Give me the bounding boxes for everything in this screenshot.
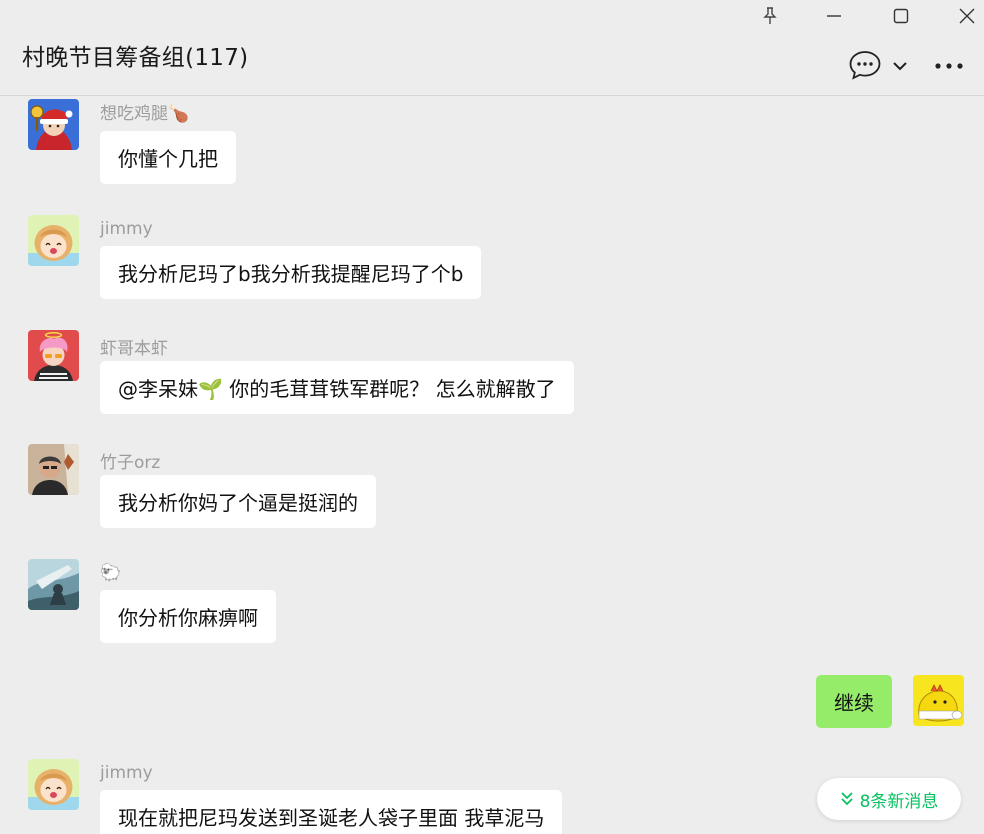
double-chevron-down-icon: [840, 791, 854, 807]
new-messages-button[interactable]: 8条新消息: [817, 778, 961, 820]
yellow-dino-avatar-icon[interactable]: [913, 675, 964, 726]
more-options-button[interactable]: [934, 58, 964, 77]
chat-window: 村晚节目筹备组(117) 想吃鸡腿🍗 你懂个几把 jimmy 我分析尼玛了b我分…: [0, 0, 984, 834]
chat-mode-dropdown[interactable]: [892, 58, 908, 77]
close-button[interactable]: [953, 4, 981, 32]
chevron-down-icon: [892, 58, 908, 77]
sender-name: 虾哥本虾: [100, 339, 168, 359]
santa-avatar-icon[interactable]: [28, 99, 79, 150]
sender-name: jimmy: [100, 763, 153, 783]
maximize-icon: [893, 8, 909, 28]
minimize-icon: [826, 8, 842, 28]
message-bubble[interactable]: 你懂个几把: [100, 131, 236, 184]
chat-title: 村晚节目筹备组(117): [22, 45, 249, 71]
message-bubble-self[interactable]: 继续: [816, 675, 892, 728]
more-dots-icon: [934, 58, 964, 77]
maximize-button[interactable]: [887, 4, 915, 32]
message-bubble[interactable]: 我分析你妈了个逼是挺润的: [100, 475, 376, 528]
message-bubble[interactable]: 我分析尼玛了b我分析我提醒尼玛了个b: [100, 246, 482, 299]
chat-header: 村晚节目筹备组(117): [0, 0, 984, 96]
message-bubble[interactable]: 你分析你麻痹啊: [100, 590, 276, 643]
man-photo-avatar-icon[interactable]: [28, 444, 79, 495]
close-icon: [958, 7, 976, 29]
anime-girl-avatar-icon[interactable]: [28, 759, 79, 810]
new-messages-label: 8条新消息: [859, 791, 939, 812]
anime-girl-avatar-icon[interactable]: [28, 215, 79, 266]
sender-name: 🐑: [100, 563, 122, 583]
sender-name: 想吃鸡腿🍗: [100, 104, 190, 124]
pin-button[interactable]: [756, 4, 784, 32]
chat-mode-button[interactable]: [848, 50, 882, 84]
message-bubble[interactable]: 现在就把尼玛发送到圣诞老人袋子里面 我草泥马: [100, 790, 563, 834]
message-bubble[interactable]: @李呆妹🌱 你的毛茸茸铁军群呢？ 怎么就解散了: [100, 361, 574, 414]
sky-character-avatar-icon[interactable]: [28, 559, 79, 610]
pin-icon: [762, 7, 778, 29]
speech-bubble-icon: [848, 50, 882, 84]
sender-name: jimmy: [100, 219, 153, 239]
pink-hair-avatar-icon[interactable]: [28, 330, 79, 381]
sender-name: 竹子orz: [100, 453, 161, 473]
minimize-button[interactable]: [820, 4, 848, 32]
